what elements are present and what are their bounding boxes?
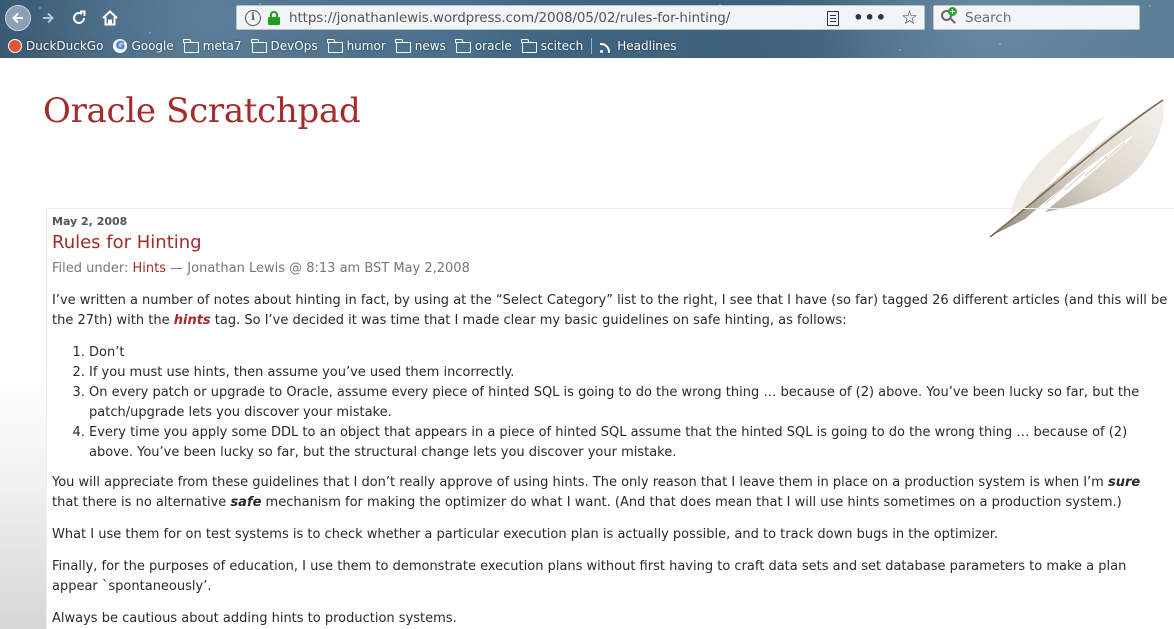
rss-icon: [600, 40, 613, 53]
duckduckgo-icon: [8, 39, 22, 53]
category-link[interactable]: Hints: [133, 261, 167, 276]
back-button[interactable]: [5, 5, 31, 31]
folder-icon: [455, 38, 471, 53]
bookmark-headlines[interactable]: Headlines: [600, 39, 677, 53]
search-placeholder[interactable]: Search: [965, 10, 1011, 26]
bookmark-label: oracle: [474, 39, 512, 53]
author-timestamp: — Jonathan Lewis @ 8:13 am BST May 2,200…: [170, 261, 470, 276]
folder-icon: [183, 38, 199, 53]
bookmark-label: DuckDuckGo: [26, 39, 104, 53]
url-text[interactable]: https://jonathanlewis.wordpress.com/2008…: [289, 10, 730, 26]
site-info-icon[interactable]: i: [245, 9, 261, 26]
page-actions-icon[interactable]: •••: [853, 10, 887, 26]
bookmark-folder-news[interactable]: news: [395, 38, 446, 53]
bookmark-google[interactable]: G Google: [113, 39, 174, 53]
home-icon: [102, 10, 118, 26]
bookmark-label: DevOps: [270, 39, 318, 53]
arrow-right-icon: [43, 12, 54, 24]
site-title[interactable]: Oracle Scratchpad: [43, 91, 361, 131]
bookmark-star-icon[interactable]: ☆: [901, 9, 918, 28]
folder-icon: [327, 38, 343, 53]
bookmark-separator: [591, 38, 593, 54]
post-meta: Filed under: Hints — Jonathan Lewis @ 8:…: [52, 261, 470, 276]
bookmark-folder-scitech[interactable]: scitech: [521, 38, 584, 53]
bookmark-label: humor: [346, 39, 386, 53]
search-box[interactable]: + Search: [933, 5, 1140, 30]
paragraph-test-systems: What I use them for on test systems is t…: [52, 527, 998, 542]
paragraph-education: Finally, for the purposes of education, …: [52, 559, 1127, 594]
paragraph-text: mechanism for making the optimizer do wh…: [261, 495, 1122, 510]
bookmark-duckduckgo[interactable]: DuckDuckGo: [8, 39, 103, 53]
list-item: If you must use hints, then assume you’v…: [89, 363, 1170, 383]
post-title[interactable]: Rules for Hinting: [52, 232, 202, 253]
bookmark-label: Headlines: [617, 39, 677, 53]
emphasis-sure: sure: [1107, 475, 1141, 490]
home-button[interactable]: [97, 5, 123, 31]
forward-button[interactable]: [35, 5, 61, 31]
lock-icon[interactable]: [268, 10, 280, 25]
list-item: On every patch or upgrade to Oracle, ass…: [89, 383, 1170, 423]
reload-button[interactable]: [66, 5, 92, 31]
folder-icon: [395, 38, 411, 53]
folder-icon: [251, 38, 267, 53]
folder-icon: [521, 38, 537, 53]
hints-tag-link[interactable]: hints: [174, 313, 211, 328]
filed-under-label: Filed under:: [52, 261, 129, 276]
browser-toolbar: i https://jonathanlewis.wordpress.com/20…: [0, 0, 1174, 58]
paragraph-text: You will appreciate from these guideline…: [52, 475, 1108, 490]
list-item: Every time you apply some DDL to an obje…: [89, 423, 1170, 463]
intro-text-end: tag. So I’ve decided it was time that I …: [210, 313, 847, 328]
bookmark-folder-meta7[interactable]: meta7: [183, 38, 242, 53]
intro-paragraph: I’ve written a number of notes about hin…: [52, 291, 1170, 331]
google-icon: G: [113, 39, 128, 53]
bookmarks-bar: DuckDuckGo G Google meta7 DevOps humor n…: [8, 37, 687, 55]
post-date: May 2, 2008: [52, 215, 128, 228]
reload-icon: [73, 10, 86, 24]
bookmark-label: scitech: [540, 39, 584, 53]
page-left-edge: [0, 58, 46, 629]
arrow-left-icon: [12, 12, 23, 24]
bookmark-folder-devops[interactable]: DevOps: [251, 38, 318, 53]
bookmark-folder-humor[interactable]: humor: [327, 38, 386, 53]
bookmark-folder-oracle[interactable]: oracle: [455, 38, 512, 53]
bookmark-label: meta7: [202, 39, 242, 53]
reader-view-icon[interactable]: [827, 10, 840, 26]
post-content: I’ve written a number of notes about hin…: [52, 291, 1170, 629]
paragraph-caution: Always be cautious about adding hints to…: [52, 611, 457, 626]
rules-list: Don’t If you must use hints, then assume…: [89, 343, 1170, 463]
url-bar[interactable]: i https://jonathanlewis.wordpress.com/20…: [236, 5, 925, 30]
bookmark-label: Google: [131, 39, 174, 53]
search-icon: +: [941, 7, 957, 25]
web-page: Oracle Scratchpad May 2, 2008 Rules for …: [0, 58, 1174, 629]
list-item: Don’t: [89, 343, 1170, 363]
emphasis-safe: safe: [230, 495, 262, 510]
paragraph-text: that there is no alternative: [52, 495, 231, 510]
bookmark-label: news: [414, 39, 446, 53]
paragraph-approval: You will appreciate from these guideline…: [52, 473, 1170, 513]
